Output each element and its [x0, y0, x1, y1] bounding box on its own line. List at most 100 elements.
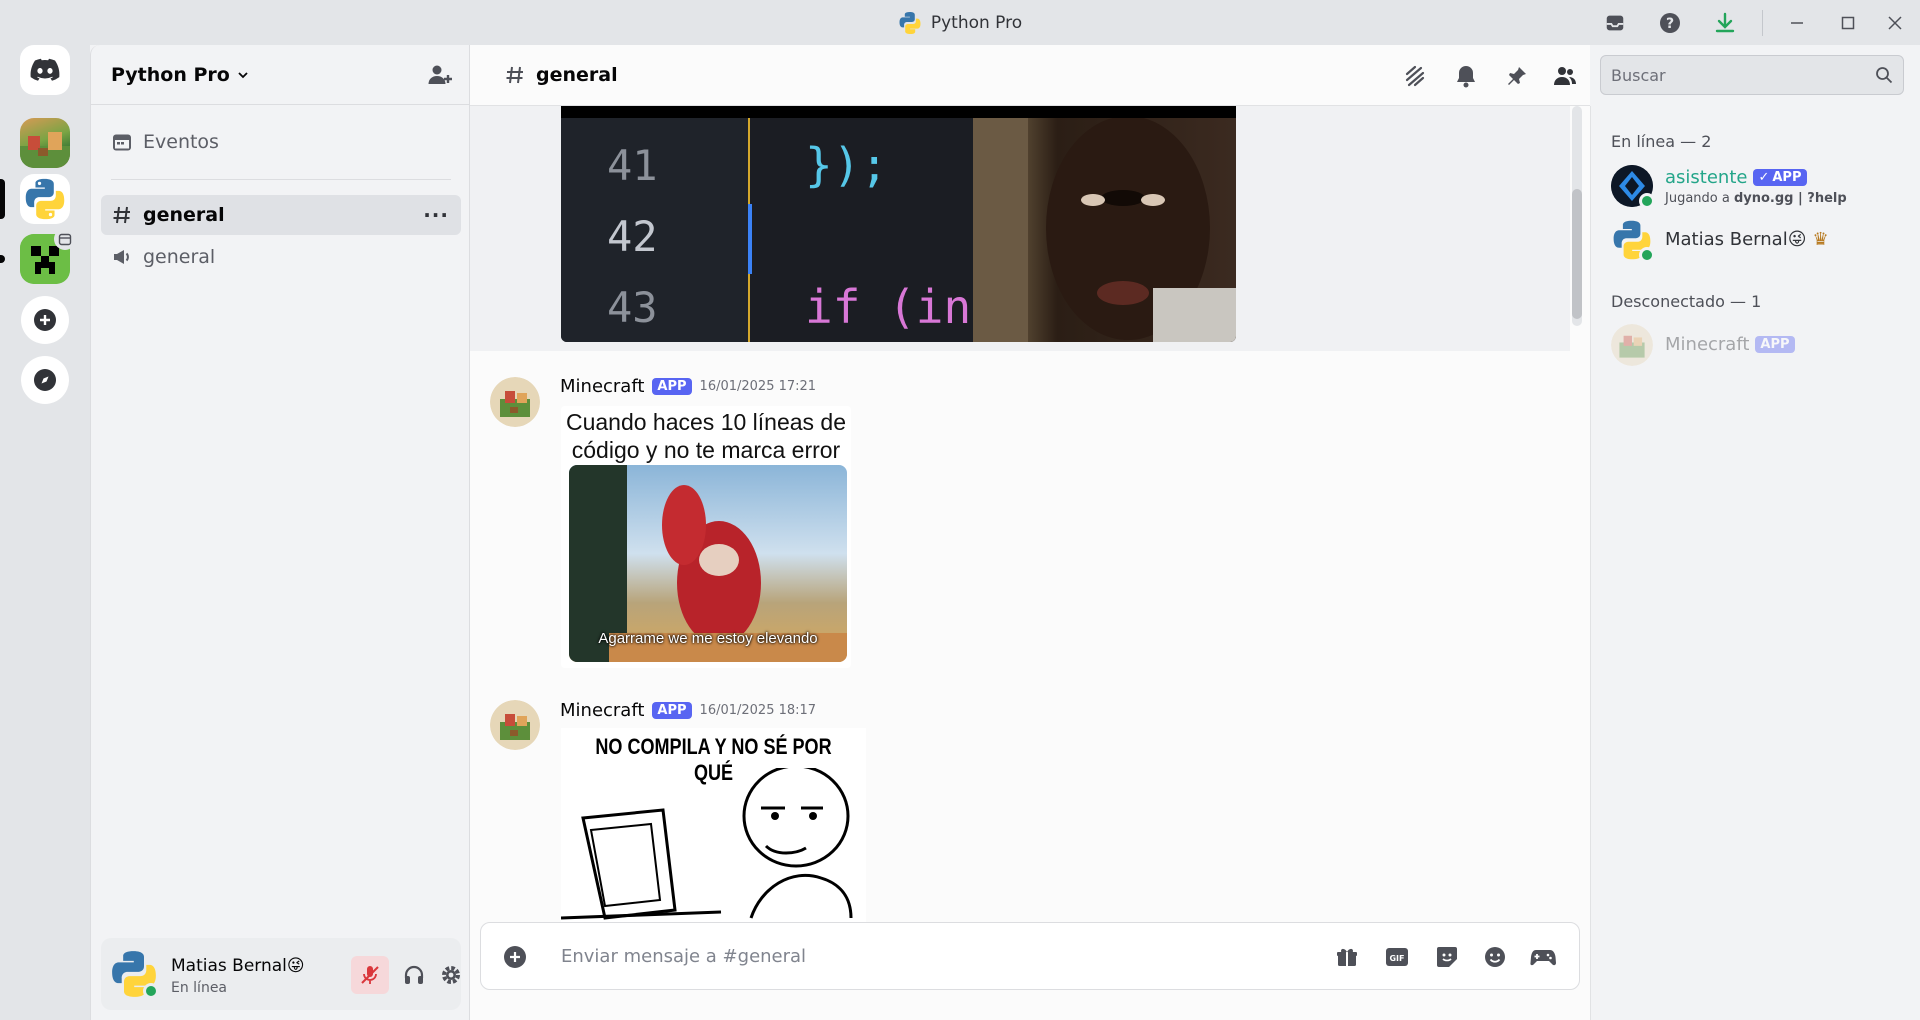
member-item-asistente[interactable]: asistente ✓ APP Jugando a dyno.gg | ?help: [1611, 165, 1911, 215]
channel-header: general: [470, 45, 1590, 106]
line-numbers: 41 42 43: [607, 130, 658, 342]
code-meme-image[interactable]: 41 42 43 }); if (in: [561, 106, 1236, 342]
member-name-row: Minecraft APP: [1665, 334, 1795, 355]
meme-image-no-compila[interactable]: NO COMPILA Y NO SÉ POR QUÉ: [561, 728, 866, 928]
sticker-icon[interactable]: [1431, 941, 1463, 973]
unread-server-indicator: [0, 255, 5, 263]
channel-title: general: [504, 45, 618, 105]
message-avatar[interactable]: [490, 377, 540, 427]
minimize-icon[interactable]: [1782, 8, 1812, 38]
threads-icon[interactable]: [1400, 61, 1430, 91]
server-minecraft-creeper-icon[interactable]: [20, 228, 76, 284]
member-name: Matias Bernal😜: [1665, 229, 1807, 250]
search-input[interactable]: Buscar: [1600, 55, 1904, 95]
member-avatar: [1611, 324, 1653, 366]
channel-name: general: [143, 246, 216, 268]
message-timestamp: 16/01/2025 17:21: [699, 379, 817, 394]
message-composer[interactable]: Enviar mensaje a #general GIF: [480, 922, 1580, 990]
online-status-icon: [1639, 247, 1655, 263]
headphones-icon[interactable]: [395, 956, 433, 994]
code-lines: }); if (in: [805, 130, 971, 342]
member-item-minecraft[interactable]: Minecraft APP: [1611, 324, 1911, 374]
app-badge: APP: [652, 702, 692, 719]
gift-icon[interactable]: [1331, 941, 1363, 973]
settings-gear-icon[interactable]: [439, 956, 463, 994]
channel-item-general-text[interactable]: general ···: [101, 195, 461, 235]
member-name: asistente: [1665, 167, 1748, 188]
member-name: Minecraft: [1665, 334, 1750, 355]
meme-caption-bottom: Agarrame we me estoy elevando: [598, 630, 818, 647]
titlebar-separator: [1762, 10, 1763, 36]
image-top-bar: [561, 106, 1236, 118]
line-number: 42: [607, 212, 658, 261]
gif-icon[interactable]: GIF: [1381, 941, 1413, 973]
message-avatar[interactable]: [490, 700, 540, 750]
channel-sidebar: Python Pro Eventos general ··· general M…: [90, 45, 470, 1020]
events-item[interactable]: Eventos: [101, 122, 461, 162]
meme-image-elevando[interactable]: Cuando haces 10 líneas de código y no te…: [561, 406, 851, 668]
message-author[interactable]: Minecraft: [560, 376, 644, 397]
pinned-messages-icon[interactable]: [1502, 61, 1532, 91]
server-name: Python Pro: [111, 63, 230, 86]
message-header: Minecraft APP 16/01/2025 17:21: [560, 376, 816, 397]
help-icon[interactable]: ?: [1655, 8, 1685, 38]
member-activity: Jugando a dyno.gg | ?help: [1665, 191, 1847, 206]
maximize-icon[interactable]: [1833, 8, 1863, 38]
meme-caption-top: Cuando haces 10 líneas de código y no te…: [565, 409, 847, 463]
app-badge: APP: [1755, 336, 1795, 353]
member-list-icon[interactable]: [1550, 61, 1580, 91]
hashtag-icon: [111, 204, 133, 226]
activity-prefix: Jugando a: [1665, 191, 1734, 206]
download-icon[interactable]: [1710, 8, 1740, 38]
server-minecraft-world-icon[interactable]: [20, 118, 70, 168]
window-title-text: Python Pro: [930, 12, 1023, 33]
inbox-icon[interactable]: [1600, 8, 1630, 38]
events-label: Eventos: [143, 131, 219, 153]
user-name: Matias Bernal😜: [171, 956, 305, 976]
add-server-icon[interactable]: [21, 296, 69, 344]
code-line: });: [805, 138, 889, 192]
emoji-icon[interactable]: [1479, 941, 1511, 973]
sidebar-divider: [111, 179, 451, 180]
message-list: 41 42 43 }); if (in Minecraft APP 16/01/…: [470, 106, 1590, 1020]
line-number: 41: [607, 141, 658, 190]
selected-server-indicator: [0, 179, 5, 219]
more-options-icon[interactable]: ···: [423, 203, 449, 227]
user-avatar[interactable]: [109, 949, 159, 999]
channel-item-general-announcement[interactable]: general: [101, 237, 461, 277]
server-python-pro-icon[interactable]: [20, 174, 70, 224]
badge-label: APP: [1772, 170, 1802, 185]
activities-gamepad-icon[interactable]: [1527, 941, 1559, 973]
announcement-icon: [111, 246, 133, 268]
scrollbar-thumb[interactable]: [1572, 189, 1582, 319]
close-icon[interactable]: [1880, 8, 1910, 38]
composer-placeholder: Enviar mensaje a #general: [561, 945, 807, 967]
search-icon: [1875, 66, 1893, 84]
reaction-face-image: [973, 118, 1236, 342]
member-list: En línea — 2 asistente ✓ APP Jugando a dy…: [1590, 106, 1920, 1020]
message-author[interactable]: Minecraft: [560, 700, 644, 721]
title-bar: Python Pro ?: [0, 0, 1920, 45]
add-attachment-icon[interactable]: [499, 941, 531, 973]
member-item-matias-bernal[interactable]: Matias Bernal😜 ♛: [1611, 219, 1911, 269]
explore-servers-icon[interactable]: [21, 356, 69, 404]
code-line: if (in: [805, 280, 972, 334]
line-number: 43: [607, 283, 658, 332]
mute-microphone-icon[interactable]: [351, 956, 389, 994]
server-header[interactable]: Python Pro: [91, 45, 469, 105]
invite-people-icon[interactable]: [427, 63, 453, 87]
online-members-header: En línea — 2: [1611, 132, 1712, 151]
online-status-icon: [143, 983, 159, 999]
online-status-icon: [1639, 193, 1655, 209]
computer-guy-drawing: [561, 768, 853, 920]
user-status: En línea: [171, 980, 228, 996]
message-timestamp: 16/01/2025 18:17: [699, 703, 817, 718]
svg-text:?: ?: [1666, 16, 1674, 32]
offline-members-header: Desconectado — 1: [1611, 292, 1762, 311]
server-rail: [0, 45, 90, 1020]
notification-bell-icon[interactable]: [1451, 61, 1481, 91]
discord-home-icon[interactable]: [20, 45, 70, 95]
channel-name: general: [143, 204, 225, 226]
python-logo-icon: [898, 11, 922, 35]
message-header: Minecraft APP 16/01/2025 18:17: [560, 700, 816, 721]
